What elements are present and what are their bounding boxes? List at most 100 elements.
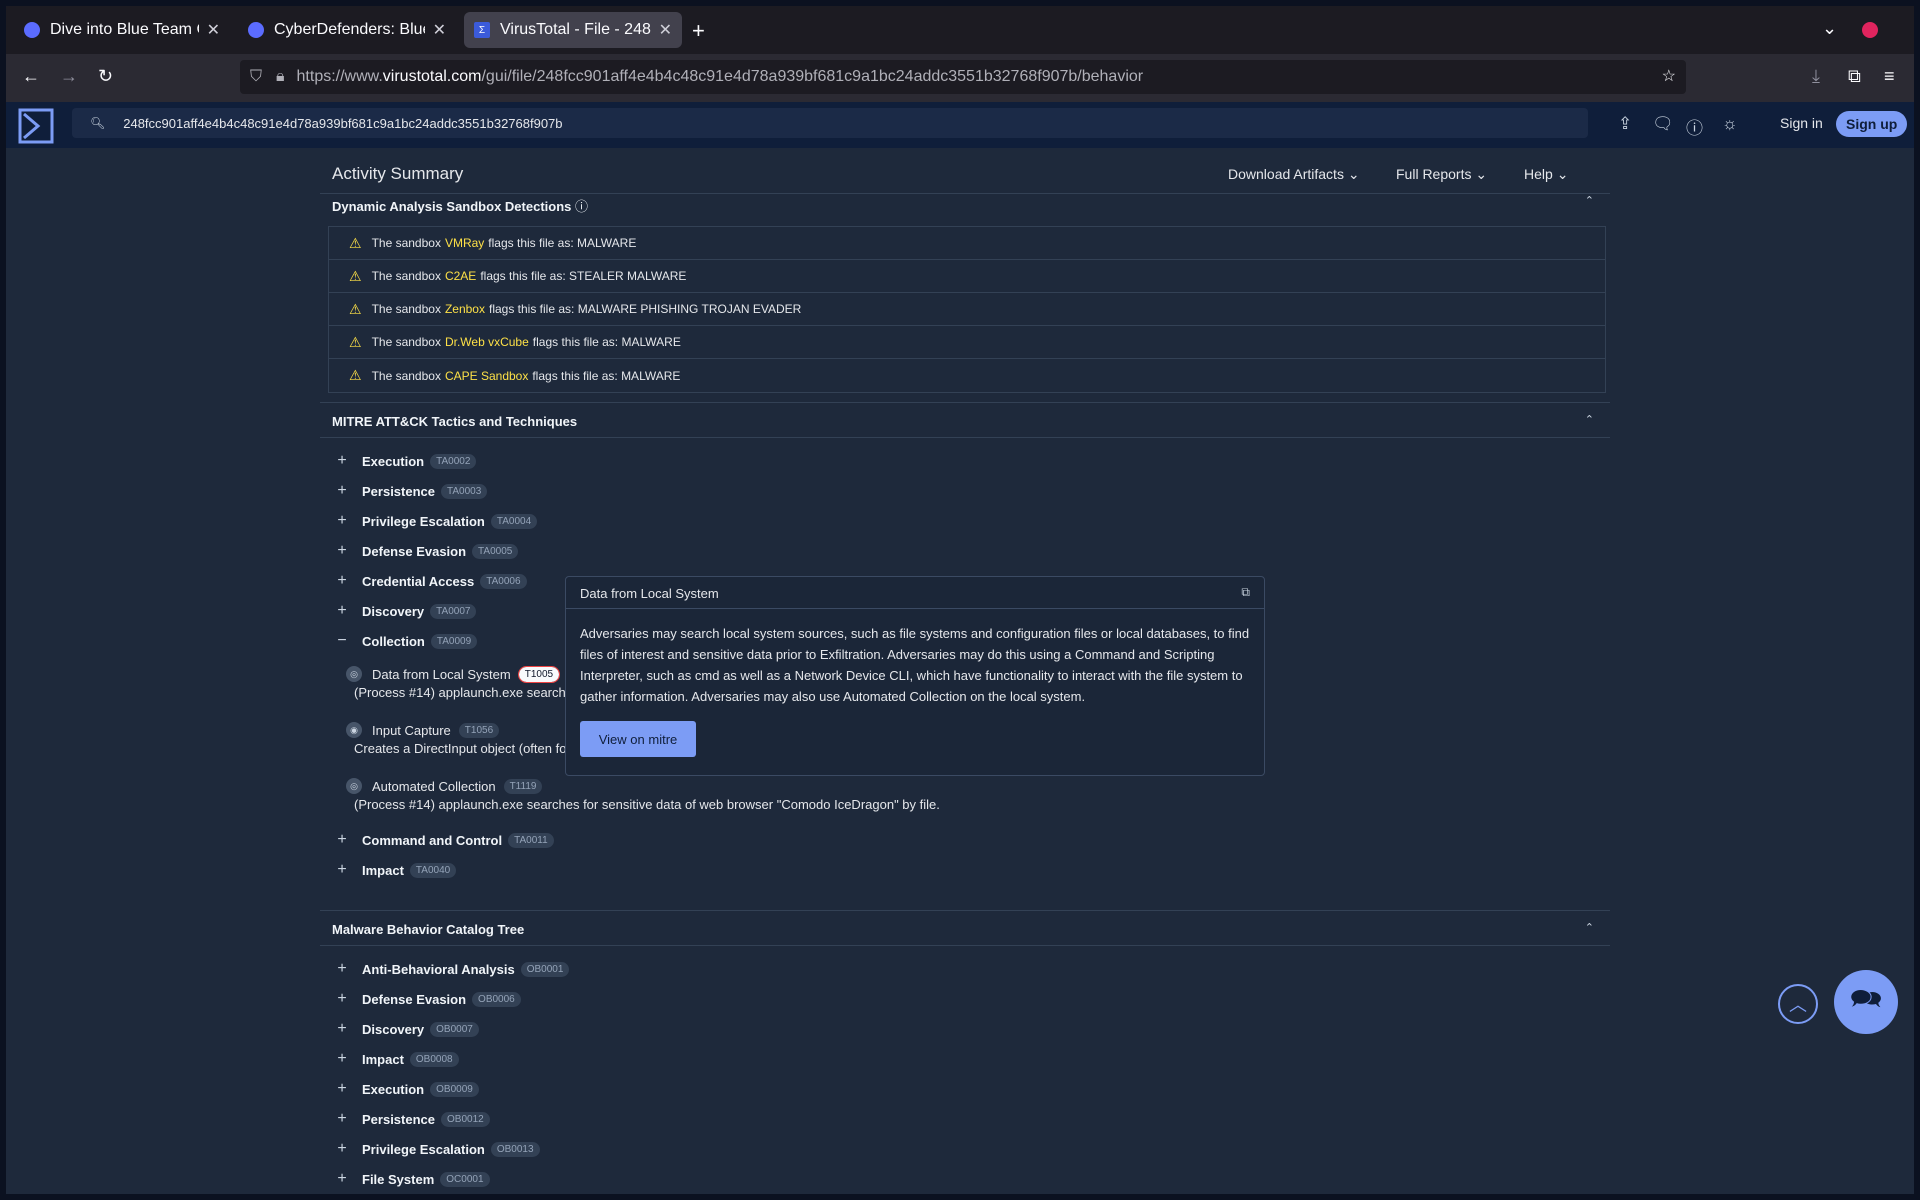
technique-id-badge[interactable]: T1119	[503, 778, 543, 794]
sandbox-link[interactable]: VMRay	[445, 236, 484, 250]
tactic-row[interactable]: + Persistence TA0003	[336, 480, 488, 502]
full-reports-menu[interactable]: Full Reports ⌄	[1396, 166, 1487, 183]
back-icon[interactable]: ←	[22, 66, 40, 87]
forward-icon[interactable]: →	[60, 66, 78, 87]
lock-icon[interactable]: 🔒︎	[276, 68, 285, 86]
close-icon[interactable]: ✕	[207, 20, 220, 40]
technique-icon: ◎	[346, 666, 362, 682]
menu-icon[interactable]: ≡	[1884, 66, 1895, 87]
expand-icon[interactable]: +	[336, 602, 348, 620]
collapse-icon[interactable]: ⌃	[1585, 921, 1594, 934]
search-input[interactable]: 🔍︎ 248fcc901aff4e4b4c48c91e4d78a939bf681…	[72, 108, 1588, 138]
virustotal-favicon-icon: Σ	[474, 22, 490, 38]
collapse-minus-icon[interactable]: −	[336, 632, 348, 650]
expand-icon[interactable]: +	[336, 1050, 348, 1068]
mbc-row[interactable]: + Execution OB0009	[336, 1078, 479, 1100]
sandbox-link[interactable]: Zenbox	[445, 302, 485, 316]
expand-icon[interactable]: +	[336, 542, 348, 560]
tab-title: VirusTotal - File - 248fcc9	[500, 21, 651, 38]
tactic-row[interactable]: + Credential Access TA0006	[336, 570, 527, 592]
notifications-icon[interactable]: 🗨︎	[1652, 114, 1674, 134]
scroll-to-top-button[interactable]: ︿	[1778, 984, 1818, 1024]
expand-icon[interactable]: +	[336, 1140, 348, 1158]
mitre-section-header[interactable]: MITRE ATT&CK Tactics and Techniques ⌃	[320, 402, 1610, 438]
tactic-row[interactable]: + Privilege Escalation TA0004	[336, 510, 538, 532]
technique-id-badge[interactable]: T1056	[458, 722, 500, 738]
bookmark-star-icon[interactable]: ☆	[1662, 66, 1676, 86]
sandbox-section-header[interactable]: Dynamic Analysis Sandbox Detections ⓘ ⌃	[320, 192, 1610, 214]
new-tab-icon[interactable]: +	[692, 18, 705, 44]
expand-icon[interactable]: +	[336, 1170, 348, 1188]
mbc-row[interactable]: + Persistence OB0012	[336, 1108, 490, 1130]
sandbox-link[interactable]: Dr.Web vxCube	[445, 335, 529, 349]
expand-icon[interactable]: +	[336, 990, 348, 1008]
list-item: ⚠ The sandbox C2AE flags this file as: STEA…	[329, 260, 1605, 293]
sign-in-link[interactable]: Sign in	[1780, 115, 1823, 131]
collapse-icon[interactable]: ⌃	[1585, 413, 1594, 426]
expand-icon[interactable]: +	[336, 1110, 348, 1128]
tactic-row[interactable]: + Defense Evasion TA0005	[336, 540, 519, 562]
expand-icon[interactable]: +	[336, 572, 348, 590]
mbc-section-header[interactable]: Malware Behavior Catalog Tree ⌃	[320, 910, 1610, 946]
expand-icon[interactable]: +	[336, 861, 348, 879]
extensions-icon[interactable]: ⧉	[1848, 66, 1861, 87]
chevron-down-icon: ⌄	[1347, 166, 1360, 182]
popover-header: Data from Local System ⧉	[566, 577, 1264, 609]
download-artifacts-menu[interactable]: Download Artifacts ⌄	[1228, 166, 1360, 183]
tactic-row[interactable]: + Discovery TA0007	[336, 600, 477, 622]
technique-id-badge[interactable]: T1005	[517, 665, 561, 683]
virustotal-logo-icon[interactable]	[18, 108, 54, 144]
sandbox-detections-list: ⚠ The sandbox VMRay flags this file as: MAL…	[328, 226, 1606, 393]
theme-toggle-icon[interactable]: ☼	[1722, 114, 1738, 134]
technique-row[interactable]: ◉ Input Capture T1056	[346, 720, 500, 740]
tab-virustotal[interactable]: Σ VirusTotal - File - 248fcc9 ✕	[464, 12, 682, 48]
technique-row[interactable]: ◎ Automated Collection T1119	[346, 776, 543, 796]
mbc-row[interactable]: + Discovery OB0007	[336, 1018, 479, 1040]
tactic-row[interactable]: + Command and Control TA0011	[336, 829, 554, 851]
reload-icon[interactable]: ↻	[98, 66, 113, 87]
mbc-row[interactable]: + File System OC0001	[336, 1168, 490, 1190]
close-icon[interactable]: ✕	[433, 20, 446, 40]
tactic-row[interactable]: + Impact TA0040	[336, 859, 457, 881]
sign-up-button[interactable]: Sign up	[1836, 111, 1908, 137]
expand-icon[interactable]: +	[336, 831, 348, 849]
technique-icon: ◉	[346, 722, 362, 738]
help-icon[interactable]: ⓘ	[1686, 114, 1703, 139]
tab-list-chevron-icon[interactable]: ⌄	[1822, 18, 1837, 39]
close-icon[interactable]: ✕	[659, 20, 672, 40]
tab-blue-team-ctf[interactable]: Dive into Blue Team CTF C ✕	[14, 12, 230, 48]
mbc-row[interactable]: + Impact OB0008	[336, 1048, 459, 1070]
expand-icon[interactable]: +	[336, 452, 348, 470]
tab-cyberdefenders[interactable]: CyberDefenders: Blue tea ✕	[238, 12, 456, 48]
collapse-icon[interactable]: ⌃	[1585, 194, 1594, 207]
expand-icon[interactable]: +	[336, 960, 348, 978]
browser-window: Dive into Blue Team CTF C ✕ CyberDefende…	[6, 6, 1914, 1194]
expand-icon[interactable]: +	[336, 512, 348, 530]
list-item: ⚠ The sandbox Zenbox flags this file as: MA…	[329, 293, 1605, 326]
expand-icon[interactable]: +	[336, 1080, 348, 1098]
tab-bar: Dive into Blue Team CTF C ✕ CyberDefende…	[6, 6, 1914, 54]
popover-title: Data from Local System	[580, 586, 719, 601]
shield-icon[interactable]: ⛉	[250, 68, 262, 86]
warning-icon: ⚠	[349, 300, 362, 317]
help-menu[interactable]: Help ⌄	[1524, 166, 1568, 183]
expand-icon[interactable]: +	[336, 1020, 348, 1038]
info-icon[interactable]: ⓘ	[575, 199, 588, 214]
url-text[interactable]: https://www.virustotal.com/gui/file/248f…	[297, 68, 1144, 86]
downloads-icon[interactable]: ⤓	[1812, 66, 1820, 87]
mbc-row[interactable]: + Privilege Escalation OB0013	[336, 1138, 540, 1160]
mbc-row[interactable]: + Defense Evasion OB0006	[336, 988, 521, 1010]
tactic-row[interactable]: + Execution TA0002	[336, 450, 477, 472]
chat-button[interactable]: 🗪	[1834, 970, 1898, 1034]
mbc-row[interactable]: + Anti-Behavioral Analysis OB0001	[336, 958, 570, 980]
copy-icon[interactable]: ⧉	[1241, 585, 1250, 600]
url-bar[interactable]: ⛉ 🔒︎ https://www.virustotal.com/gui/file…	[240, 60, 1686, 94]
tactic-row[interactable]: − Collection TA0009	[336, 630, 478, 652]
sandbox-link[interactable]: C2AE	[445, 269, 476, 283]
view-on-mitre-button[interactable]: View on mitre	[580, 721, 696, 757]
expand-icon[interactable]: +	[336, 482, 348, 500]
window-control-icon[interactable]	[1862, 22, 1878, 38]
upload-icon[interactable]: ⇪	[1618, 114, 1632, 134]
technique-row[interactable]: ◎ Data from Local System T1005	[346, 664, 561, 684]
sandbox-link[interactable]: CAPE Sandbox	[445, 369, 528, 383]
